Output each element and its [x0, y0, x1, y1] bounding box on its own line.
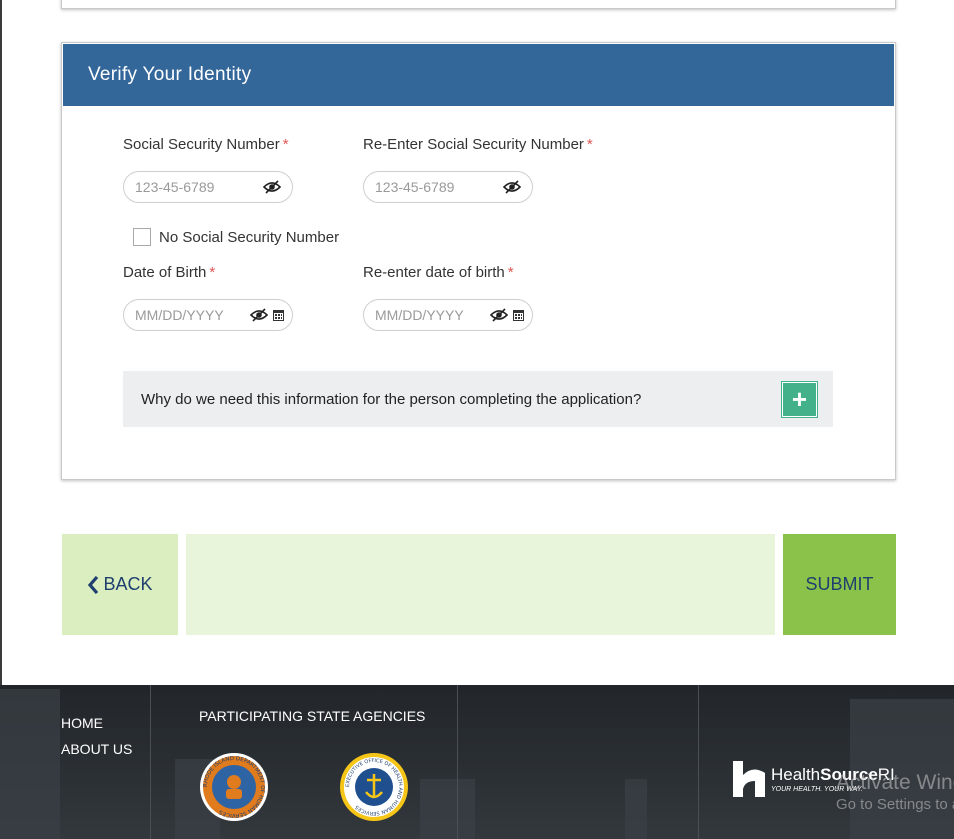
why-info-question: Why do we need this information for the …: [141, 390, 642, 408]
dob-confirm-input[interactable]: [375, 307, 487, 323]
back-label: BACK: [103, 574, 153, 594]
activate-windows-title: Activate Windows: [836, 771, 954, 794]
ssn-confirm-field-wrap: [363, 171, 533, 203]
required-mark: *: [282, 136, 289, 153]
form-navigation: BACK SUBMIT: [62, 534, 896, 635]
verify-identity-card: Verify Your Identity Social Security Num…: [61, 42, 896, 480]
ssn-input[interactable]: [135, 179, 247, 195]
required-mark: *: [586, 136, 593, 153]
dob-label-text: Date of Birth: [123, 264, 207, 281]
previous-card-edge: [61, 0, 896, 9]
footer-link-about-us[interactable]: ABOUT US: [61, 741, 132, 757]
progress-spacer: [186, 534, 775, 635]
dob-field-wrap: [123, 299, 293, 331]
expand-plus-icon[interactable]: +: [781, 381, 818, 418]
healthsource-mark-icon: [733, 761, 765, 797]
footer-link-home[interactable]: HOME: [61, 715, 103, 731]
card-title: Verify Your Identity: [88, 64, 252, 85]
required-mark: *: [507, 264, 514, 281]
ssn-label: Social Security Number *: [123, 136, 289, 153]
site-footer: HOME ABOUT US PARTICIPATING STATE AGENCI…: [0, 685, 954, 839]
dob-input[interactable]: [135, 307, 247, 323]
show-dob-confirm-eye-icon[interactable]: [490, 307, 508, 323]
no-ssn-checkbox[interactable]: [133, 228, 151, 246]
no-ssn-row: No Social Security Number: [133, 228, 339, 246]
dhs-seal-logo[interactable]: RHODE ISLAND DEPARTMENT OF HUMAN SERVICE…: [199, 752, 269, 822]
back-button[interactable]: BACK: [62, 534, 178, 635]
footer-divider: [698, 685, 699, 839]
logo-name-health: Health: [771, 765, 821, 784]
dob-confirm-label: Re-enter date of birth *: [363, 264, 514, 281]
dob-confirm-calendar-icon[interactable]: [513, 309, 524, 321]
dob-confirm-label-text: Re-enter date of birth: [363, 264, 505, 281]
skyline-building: [0, 689, 60, 839]
show-ssn-confirm-eye-icon[interactable]: [503, 179, 521, 195]
skyline-building: [625, 779, 647, 839]
footer-divider: [150, 685, 151, 839]
ssn-confirm-input[interactable]: [375, 179, 487, 195]
chevron-left-icon: [88, 575, 99, 594]
footer-divider: [457, 685, 458, 839]
dob-confirm-field-wrap: [363, 299, 533, 331]
eohhs-seal-logo[interactable]: EXECUTIVE OFFICE OF HEALTH AND HUMAN SER…: [339, 752, 409, 822]
ssn-field-wrap: [123, 171, 293, 203]
show-dob-eye-icon[interactable]: [250, 307, 268, 323]
page-left-border: [0, 0, 2, 685]
ssn-label-text: Social Security Number: [123, 136, 280, 153]
dob-calendar-icon[interactable]: [273, 309, 284, 321]
activate-windows-hint: Go to Settings to activate Windows.: [836, 796, 954, 813]
dob-label: Date of Birth *: [123, 264, 215, 281]
skyline-building: [420, 779, 475, 839]
why-info-accordion[interactable]: Why do we need this information for the …: [123, 371, 833, 427]
ssn-confirm-label: Re-Enter Social Security Number *: [363, 136, 593, 153]
submit-button[interactable]: SUBMIT: [783, 534, 896, 635]
no-ssn-label: No Social Security Number: [159, 228, 340, 246]
required-mark: *: [209, 264, 216, 281]
submit-label: SUBMIT: [805, 574, 874, 594]
show-ssn-eye-icon[interactable]: [263, 179, 281, 195]
ssn-confirm-label-text: Re-Enter Social Security Number: [363, 136, 584, 153]
agencies-title: PARTICIPATING STATE AGENCIES: [199, 708, 426, 724]
card-header: Verify Your Identity: [63, 44, 894, 106]
